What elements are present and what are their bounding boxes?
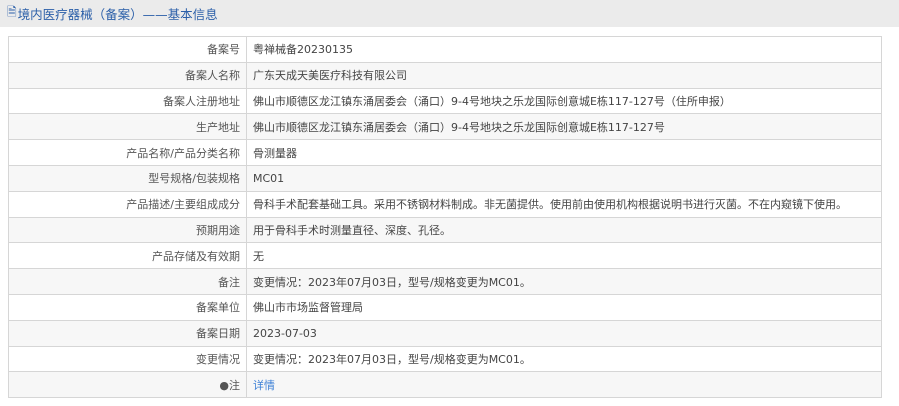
row-value: 佛山市顺德区龙江镇东涌居委会（涌口）9-4号地块之乐龙国际创意城E栋117-12… (246, 87, 882, 115)
table-row: 型号规格/包装规格 MC01 (8, 164, 882, 192)
row-value: 佛山市顺德区龙江镇东涌居委会（涌口）9-4号地块之乐龙国际创意城E栋117-12… (246, 113, 882, 141)
table-row: ●注 详情 (8, 371, 882, 399)
row-label: 预期用途 (8, 216, 247, 244)
row-value: 粤禅械备20230135 (246, 36, 882, 63)
table-row: 备注 变更情况：2023年07月03日，型号/规格变更为MC01。 (8, 268, 882, 295)
document-icon: 🗎 (7, 5, 17, 19)
row-value: 无 (246, 242, 882, 270)
row-label: 备案人注册地址 (8, 87, 247, 115)
row-label: 备案日期 (8, 319, 247, 347)
row-value: 变更情况：2023年07月03日，型号/规格变更为MC01。 (246, 268, 882, 295)
row-value: 骨测量器 (246, 139, 882, 166)
row-value: 变更情况：2023年07月03日，型号/规格变更为MC01。 (246, 345, 882, 373)
page-title: 境内医疗器械（备案）——基本信息 (17, 7, 218, 22)
table-row: 产品存储及有效期无 (8, 242, 882, 270)
table-row: 备案人名称 广东天成天美医疗科技有限公司 (8, 61, 882, 89)
row-value: 佛山市市场监督管理局 (246, 293, 882, 321)
row-label: 生产地址 (8, 113, 247, 141)
page-header: 🗎 境内医疗器械（备案）——基本信息 (0, 0, 899, 27)
row-label: 产品存储及有效期 (8, 242, 247, 270)
table-row: 备案日期 2023-07-03 (8, 319, 882, 347)
row-label: 备案号 (8, 36, 247, 63)
table-row: 备案号 粤禅械备20230135 (8, 36, 882, 63)
row-label: 变更情况 (8, 345, 247, 373)
row-value: 骨科手术配套基础工具。采用不锈钢材料制成。非无菌提供。使用前由使用机构根据说明书… (246, 190, 882, 218)
table-row: 产品名称/产品分类名称 骨测量器 (8, 139, 882, 166)
table-row: 生产地址 佛山市顺德区龙江镇东涌居委会（涌口）9-4号地块之乐龙国际创意城E栋11… (8, 113, 882, 141)
table-row: 备案单位 佛山市市场监督管理局 (8, 293, 882, 321)
details-link[interactable]: 详情 (253, 379, 275, 392)
row-label: 备案人名称 (8, 61, 247, 89)
row-label: ●注 (8, 371, 247, 399)
row-label: 备注 (8, 268, 247, 295)
table-row: 变更情况 变更情况：2023年07月03日，型号/规格变更为MC01。 (8, 345, 882, 373)
pin-icon: ● (219, 378, 229, 392)
table-row: 预期用途 用于骨科手术时测量直径、深度、孔径。 (8, 216, 882, 244)
row-label: 备案单位 (8, 293, 247, 321)
row-value: 2023-07-03 (246, 319, 882, 347)
row-value: MC01 (246, 164, 882, 192)
row-value: 广东天成天美医疗科技有限公司 (246, 61, 882, 89)
info-table: 备案号 粤禅械备20230135 备案人名称 广东天成天美医疗科技有限公司 备案人注册地… (8, 36, 882, 399)
table-row: 产品描述/主要组成成分 骨科手术配套基础工具。采用不锈钢材料制成。非无菌提供。使用… (8, 190, 882, 218)
table-row: 备案人注册地址 佛山市顺德区龙江镇东涌居委会（涌口）9-4号地块之乐龙国际创意城E… (8, 87, 882, 115)
row-label: 产品名称/产品分类名称 (8, 139, 247, 166)
row-label: 产品描述/主要组成成分 (8, 190, 247, 218)
row-value: 用于骨科手术时测量直径、深度、孔径。 (246, 216, 882, 244)
row-label: 型号规格/包装规格 (8, 164, 247, 192)
